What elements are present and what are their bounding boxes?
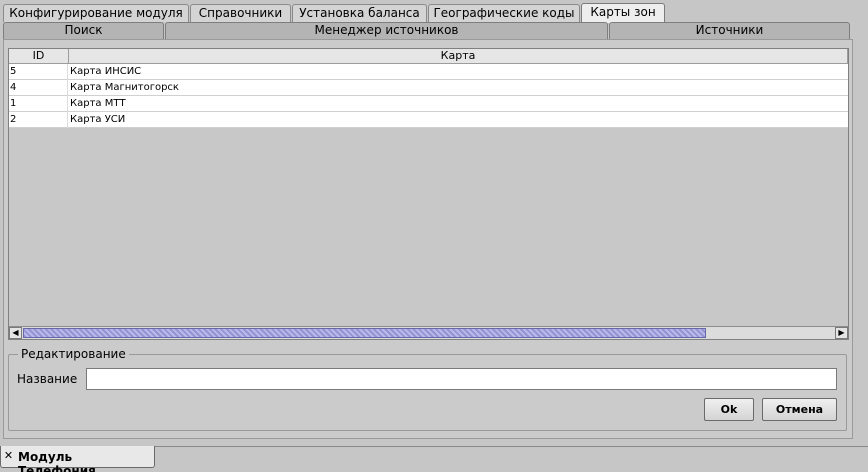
cell-id: 5: [9, 64, 68, 80]
cancel-button[interactable]: Отмена: [762, 398, 837, 421]
tab-module-config[interactable]: Конфигурирование модуля: [3, 4, 189, 22]
cell-map-name: Карта УСИ: [70, 114, 126, 125]
tab-geo-codes[interactable]: Географические коды: [428, 4, 580, 22]
tab-directories[interactable]: Справочники: [190, 4, 291, 22]
cell-id: 4: [9, 80, 68, 96]
main-tab-bar: Конфигурирование модуля Справочники Уста…: [0, 3, 868, 23]
arrow-right-icon[interactable]: ▶: [835, 327, 848, 339]
cell-map-name: Карта МТТ: [70, 98, 126, 109]
edit-group-legend: Редактирование: [18, 347, 129, 361]
bottom-tab-bar: ✕ Модуль Телефония: [0, 446, 868, 472]
tab-balance-setup[interactable]: Установка баланса: [292, 4, 427, 22]
tab-zone-maps[interactable]: Карты зон: [581, 3, 665, 23]
table-row[interactable]: 5 Карта ИНСИС: [9, 64, 848, 80]
column-header-id[interactable]: ID: [9, 49, 69, 64]
zone-maps-table: ID Карта 5 Карта ИНСИС 4 Карта Магнитого…: [8, 48, 849, 340]
scrollbar-thumb[interactable]: [23, 328, 706, 338]
ok-button[interactable]: Ok: [704, 398, 754, 421]
table-row[interactable]: 1 Карта МТТ: [9, 96, 848, 112]
name-input[interactable]: [86, 368, 837, 390]
sub-tab-bar: Поиск Менеджер источников Источники: [0, 22, 868, 39]
cell-map-name: Карта ИНСИС: [70, 66, 142, 77]
horizontal-scrollbar[interactable]: ◀ ▶: [9, 326, 848, 339]
zone-maps-panel: ID Карта 5 Карта ИНСИС 4 Карта Магнитого…: [3, 39, 853, 439]
tab-telephony-module-label: Модуль Телефония: [18, 450, 96, 472]
edit-group: Редактирование Название Ok Отмена: [8, 347, 847, 431]
cell-id: 1: [9, 96, 68, 112]
cell-map-name: Карта Магнитогорск: [70, 82, 179, 93]
cell-id: 2: [9, 112, 68, 128]
table-row[interactable]: 4 Карта Магнитогорск: [9, 80, 848, 96]
name-label: Название: [17, 372, 78, 386]
table-header: ID Карта: [9, 49, 848, 64]
table-row[interactable]: 2 Карта УСИ: [9, 112, 848, 128]
tab-sources[interactable]: Источники: [609, 22, 850, 39]
tab-source-manager[interactable]: Менеджер источников: [165, 22, 608, 39]
column-header-map[interactable]: Карта: [69, 49, 848, 64]
tab-telephony-module[interactable]: ✕ Модуль Телефония: [0, 446, 155, 472]
tab-search[interactable]: Поиск: [3, 22, 164, 39]
close-icon[interactable]: ✕: [3, 450, 14, 462]
arrow-left-icon[interactable]: ◀: [9, 327, 22, 339]
